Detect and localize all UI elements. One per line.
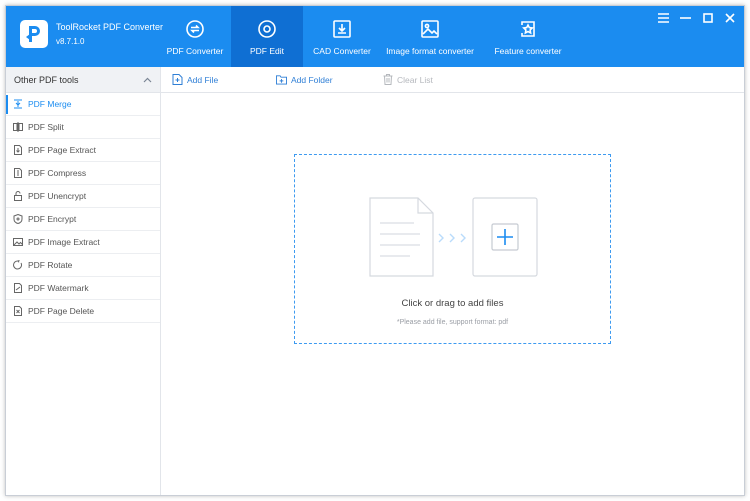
- add-file-icon: [172, 74, 183, 85]
- header-bar: ToolRocket PDF Converter v8.7.1.0 PDF Co…: [6, 6, 744, 67]
- document-icon: [369, 197, 434, 277]
- split-icon: [13, 122, 23, 132]
- tab-label: PDF Converter: [166, 46, 224, 56]
- sidebar-item-label: PDF Image Extract: [28, 237, 100, 247]
- add-folder-label: Add Folder: [291, 74, 333, 85]
- clear-list-label: Clear List: [397, 74, 433, 85]
- minimize-icon[interactable]: [679, 11, 692, 24]
- merge-icon: [13, 99, 23, 109]
- app-window: ToolRocket PDF Converter v8.7.1.0 PDF Co…: [5, 5, 745, 496]
- brand: ToolRocket PDF Converter v8.7.1.0: [20, 20, 163, 48]
- sidebar-item-pdf-rotate[interactable]: PDF Rotate: [6, 254, 160, 277]
- app-name: ToolRocket PDF Converter: [56, 22, 164, 32]
- sidebar-title: Other PDF tools: [14, 74, 79, 85]
- app-logo-icon: [20, 20, 48, 48]
- close-icon[interactable]: [723, 11, 736, 24]
- sidebar-item-label: PDF Page Delete: [28, 306, 95, 316]
- sidebar-item-pdf-split[interactable]: PDF Split: [6, 116, 160, 139]
- watermark-icon: [13, 283, 23, 293]
- sidebar-item-pdf-compress[interactable]: PDF Compress: [6, 162, 160, 185]
- cad-icon: [332, 18, 352, 40]
- sidebar-item-pdf-unencrypt[interactable]: PDF Unencrypt: [6, 185, 160, 208]
- rotate-icon: [13, 260, 23, 270]
- file-drop-zone[interactable]: Click or drag to add files *Please add f…: [294, 154, 611, 344]
- sidebar-item-label: PDF Split: [28, 122, 64, 132]
- window-controls: [657, 11, 736, 24]
- sidebar-item-pdf-encrypt[interactable]: PDF Encrypt: [6, 208, 160, 231]
- tab-image-format-converter[interactable]: Image format converter: [381, 6, 479, 67]
- clear-list-button[interactable]: Clear List: [382, 74, 433, 85]
- sidebar-item-pdf-watermark[interactable]: PDF Watermark: [6, 277, 160, 300]
- tab-pdf-edit[interactable]: PDF Edit: [231, 6, 303, 67]
- sidebar-item-pdf-page-extract[interactable]: PDF Page Extract: [6, 139, 160, 162]
- add-file-label: Add File: [187, 74, 219, 85]
- sidebar-item-label: PDF Unencrypt: [28, 191, 87, 201]
- image-extract-icon: [13, 237, 23, 247]
- sidebar-item-label: PDF Merge: [28, 99, 72, 109]
- sidebar-item-label: PDF Rotate: [28, 260, 73, 270]
- compress-icon: [13, 168, 23, 178]
- edit-icon: [257, 18, 277, 40]
- sidebar-item-label: PDF Encrypt: [28, 214, 77, 224]
- sidebar-item-label: PDF Watermark: [28, 283, 89, 293]
- maximize-icon[interactable]: [701, 11, 714, 24]
- page-delete-icon: [13, 306, 23, 316]
- page-extract-icon: [13, 145, 23, 155]
- chevron-up-icon[interactable]: [143, 75, 152, 85]
- sidebar-item-label: PDF Page Extract: [28, 145, 97, 155]
- sidebar-header[interactable]: Other PDF tools: [6, 67, 160, 93]
- tab-pdf-converter[interactable]: PDF Converter: [159, 6, 231, 67]
- menu-icon[interactable]: [657, 11, 670, 24]
- sidebar: Other PDF tools PDF Merge PDF Split PDF …: [6, 67, 161, 495]
- sidebar-item-label: PDF Compress: [28, 168, 87, 178]
- arrow-chevrons-icon: [438, 233, 466, 243]
- drop-zone-title: Click or drag to add files: [401, 298, 504, 309]
- toolbar: Add File Add Folder Clear List: [161, 67, 744, 93]
- tab-label: PDF Edit: [249, 46, 284, 56]
- convert-icon: [185, 18, 205, 40]
- add-box-icon: [472, 197, 538, 277]
- tab-label: Feature converter: [494, 46, 562, 56]
- add-folder-icon: [276, 74, 287, 85]
- drop-illustration: [369, 197, 539, 277]
- add-folder-button[interactable]: Add Folder: [276, 74, 333, 85]
- sidebar-item-pdf-image-extract[interactable]: PDF Image Extract: [6, 231, 160, 254]
- sidebar-item-pdf-merge[interactable]: PDF Merge: [6, 93, 160, 116]
- trash-icon: [382, 74, 393, 85]
- sidebar-item-pdf-page-delete[interactable]: PDF Page Delete: [6, 300, 160, 323]
- image-icon: [420, 18, 440, 40]
- drop-zone-hint: *Please add file, support format: pdf: [396, 319, 509, 326]
- main-nav: PDF Converter PDF Edit CAD Converter Ima…: [159, 6, 577, 67]
- tab-cad-converter[interactable]: CAD Converter: [303, 6, 381, 67]
- app-version: v8.7.1.0: [56, 37, 85, 46]
- add-file-button[interactable]: Add File: [172, 74, 218, 85]
- tab-label: Image format converter: [386, 46, 474, 56]
- shield-icon: [13, 214, 23, 224]
- tab-feature-converter[interactable]: Feature converter: [479, 6, 577, 67]
- tab-label: CAD Converter: [313, 46, 371, 56]
- unlock-icon: [13, 191, 23, 201]
- feature-icon: [518, 18, 538, 40]
